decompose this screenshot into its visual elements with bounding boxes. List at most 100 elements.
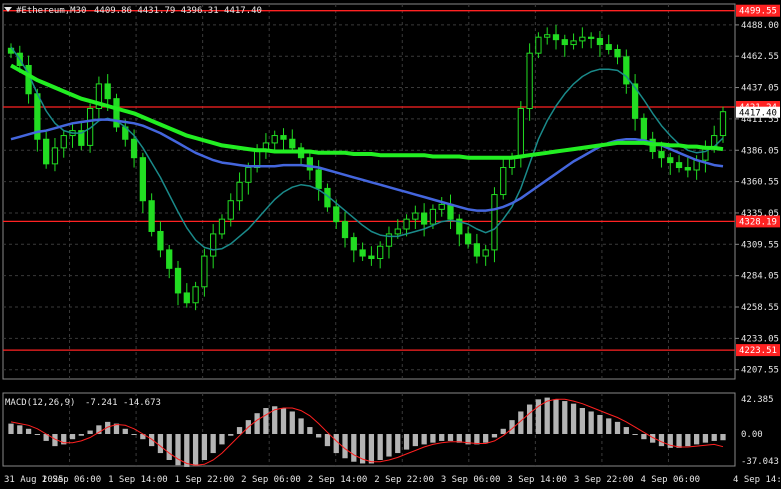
macd-hist-bar (192, 434, 199, 466)
macd-hist-bar (280, 408, 287, 434)
macd-hist-bar (685, 434, 691, 447)
macd-hist-bar (78, 434, 84, 436)
time-tick-label: 1 Sep 14:00 (108, 475, 168, 485)
macd-hist-bar (228, 434, 234, 436)
candle-body (579, 36, 586, 42)
macd-hist-bar (324, 434, 331, 447)
price-chart[interactable]: 4499.554421.244328.194223.514417.40 31 A… (0, 0, 781, 489)
macd-hist-bar (562, 401, 568, 434)
macd-hist-bar (263, 408, 269, 434)
macd-hist-bar (386, 434, 392, 457)
time-tick-label: 2 Sep 14:00 (308, 475, 368, 485)
candle-body (500, 167, 507, 196)
macd-hist-bar (395, 434, 401, 454)
macd-hist-bar (210, 434, 216, 454)
price-tick-label: 4462.55 (741, 52, 779, 62)
candle-body (139, 157, 146, 202)
candle-body (227, 200, 234, 220)
time-tick-label: 3 Sep 22:00 (574, 475, 634, 485)
candle-body (104, 83, 111, 100)
macd-hist-bar (157, 434, 164, 454)
candle-body (447, 203, 454, 220)
candle-body (166, 249, 173, 269)
macd-hist-bar (69, 434, 76, 440)
macd-hist-bar (711, 434, 717, 441)
candle-body (438, 203, 445, 210)
macd-hist-bar (122, 428, 128, 434)
macd-hist-bar (641, 434, 647, 440)
candle-body (43, 138, 50, 165)
candle-body (570, 40, 577, 46)
macd-hist-bar (8, 423, 14, 434)
price-tick-label: 4360.55 (741, 178, 779, 188)
macd-hist-bar (447, 434, 454, 441)
macd-hist-bar (570, 403, 577, 434)
candle-body (491, 194, 498, 251)
candle-body (412, 212, 419, 220)
candle-body (218, 218, 226, 235)
macd-hist-bar (614, 421, 621, 434)
macd-hist-bar (316, 434, 322, 438)
macd-hist-bar (439, 434, 445, 441)
macd-hist-bar (553, 399, 559, 434)
time-tick-label: 3 Sep 06:00 (441, 475, 501, 485)
macd-hist-bar (403, 434, 410, 450)
macd-hist-bar (421, 434, 427, 445)
macd-tick-label: 0.00 (741, 430, 763, 440)
candle-body (174, 267, 182, 294)
candle-body (130, 138, 138, 159)
macd-hist-bar (632, 434, 638, 435)
time-tick-label: 2 Sep 22:00 (374, 475, 434, 485)
candle-body (684, 167, 691, 171)
candle-body (517, 108, 524, 159)
macd-hist-bar (702, 434, 709, 443)
macd-hist-bar (579, 408, 585, 434)
candle-body (675, 162, 683, 169)
price-tick-label: 4488.00 (741, 21, 779, 31)
macd-hist-bar (254, 413, 260, 434)
macd-hist-bar (623, 427, 629, 434)
macd-hist-bar (184, 434, 190, 467)
macd-hist-bar (535, 399, 542, 434)
macd-hist-bar (333, 434, 339, 454)
candle-body (588, 36, 595, 39)
price-tick-label: 4233.05 (741, 334, 779, 344)
macd-hist-bar (25, 428, 32, 434)
macd-signal-value: -14.673 (123, 398, 161, 408)
macd-hist-bar (34, 434, 41, 435)
macd-hist-bar (166, 434, 172, 460)
candle-body (350, 237, 357, 251)
macd-hist-bar (483, 434, 489, 443)
candle-body (667, 157, 674, 164)
macd-hist-bar (720, 434, 726, 441)
candle-body (377, 245, 384, 260)
candle-body (271, 135, 278, 144)
macd-hist-bar (351, 434, 357, 462)
macd-hist-bar (693, 434, 700, 445)
price-tick-label: 4258.55 (741, 303, 779, 313)
macd-hist-bar (201, 434, 208, 460)
time-tick-label: 1 Sep 06:00 (42, 475, 102, 485)
macd-hist-bar (17, 425, 23, 434)
price-tick-label: 4284.05 (741, 272, 779, 282)
candle-body (658, 151, 665, 159)
candle-body (561, 39, 568, 46)
candle-body (420, 212, 428, 225)
macd-hist-bar (658, 434, 665, 447)
macd-hist-bar (544, 397, 550, 434)
time-tick-label: 4 Sep 06:00 (640, 475, 700, 485)
macd-hist-bar (289, 411, 295, 434)
candle-body (473, 243, 481, 257)
macd-hist-bar (412, 434, 418, 447)
price-tick-label: 4437.05 (741, 84, 779, 94)
candle-body (236, 181, 243, 202)
candle-body (289, 138, 296, 149)
candle-body (544, 34, 551, 38)
level-tag-label: 4499.55 (739, 7, 777, 17)
candle-body (596, 37, 604, 46)
candle-body (333, 206, 340, 223)
candle-body (464, 233, 472, 245)
candle-body (210, 233, 217, 257)
candle-body (640, 117, 648, 140)
candle-body (605, 44, 612, 50)
